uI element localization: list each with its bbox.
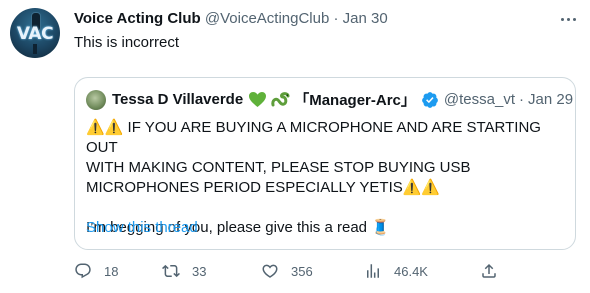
like-button[interactable]: 356 xyxy=(261,262,313,280)
reply-icon xyxy=(75,263,91,279)
like-count: 356 xyxy=(291,263,313,279)
share-icon xyxy=(482,263,496,278)
quoted-tweet[interactable]: Tessa D Villaverde 「Manager-Arc」 @tessa_… xyxy=(74,77,576,250)
views-count: 46.4K xyxy=(394,263,428,279)
reply-count: 18 xyxy=(104,263,119,279)
share-button[interactable] xyxy=(480,262,510,280)
reply-button[interactable]: 18 xyxy=(74,262,118,280)
quoted-author-name-suffix: 「Manager-Arc」 xyxy=(294,92,416,109)
green-heart-icon xyxy=(249,91,267,108)
quoted-text-line: WITH MAKING CONTENT, PLEASE STOP BUYING … xyxy=(86,159,471,176)
quoted-author-name: Tessa D Villaverde xyxy=(112,91,244,108)
show-thread-link[interactable]: Show this thread xyxy=(86,219,198,236)
author-handle[interactable]: @VoiceActingClub xyxy=(205,10,329,27)
like-icon xyxy=(262,264,278,278)
avatar-text: VAC xyxy=(16,24,54,44)
quoted-tweet-header: Tessa D Villaverde 「Manager-Arc」 @tessa_… xyxy=(86,89,573,110)
separator: · xyxy=(333,10,339,27)
quoted-author-handle: @tessa_vt xyxy=(443,91,515,108)
author-avatar[interactable]: VAC xyxy=(10,8,60,58)
tweet-actions: 18 33 356 46.4K xyxy=(74,262,514,282)
quoted-tweet-date: Jan 29 xyxy=(528,91,574,108)
views-button[interactable]: 46.4K xyxy=(364,262,428,280)
tweet-header: Voice Acting Club @VoiceActingClub · Jan… xyxy=(74,10,388,27)
retweet-count: 33 xyxy=(192,263,207,279)
snake-emoji-icon xyxy=(271,91,290,106)
retweet-button[interactable]: 33 xyxy=(162,262,206,280)
author-name[interactable]: Voice Acting Club xyxy=(74,10,201,27)
tweet-text: This is incorrect xyxy=(74,34,180,51)
views-icon xyxy=(367,264,379,278)
quoted-text-line: MICROPHONES PERIOD ESPECIALLY YETIS⚠️⚠️ xyxy=(86,179,441,196)
quoted-text-line: ⚠️⚠️ IF YOU ARE BUYING A MICROPHONE AND … xyxy=(86,119,541,156)
more-icon[interactable] xyxy=(556,9,580,29)
quoted-separator: · xyxy=(519,91,524,108)
verified-badge-icon xyxy=(421,91,439,109)
quoted-author-avatar xyxy=(86,89,106,110)
tweet-date[interactable]: Jan 30 xyxy=(343,10,388,27)
retweet-icon xyxy=(162,264,180,278)
